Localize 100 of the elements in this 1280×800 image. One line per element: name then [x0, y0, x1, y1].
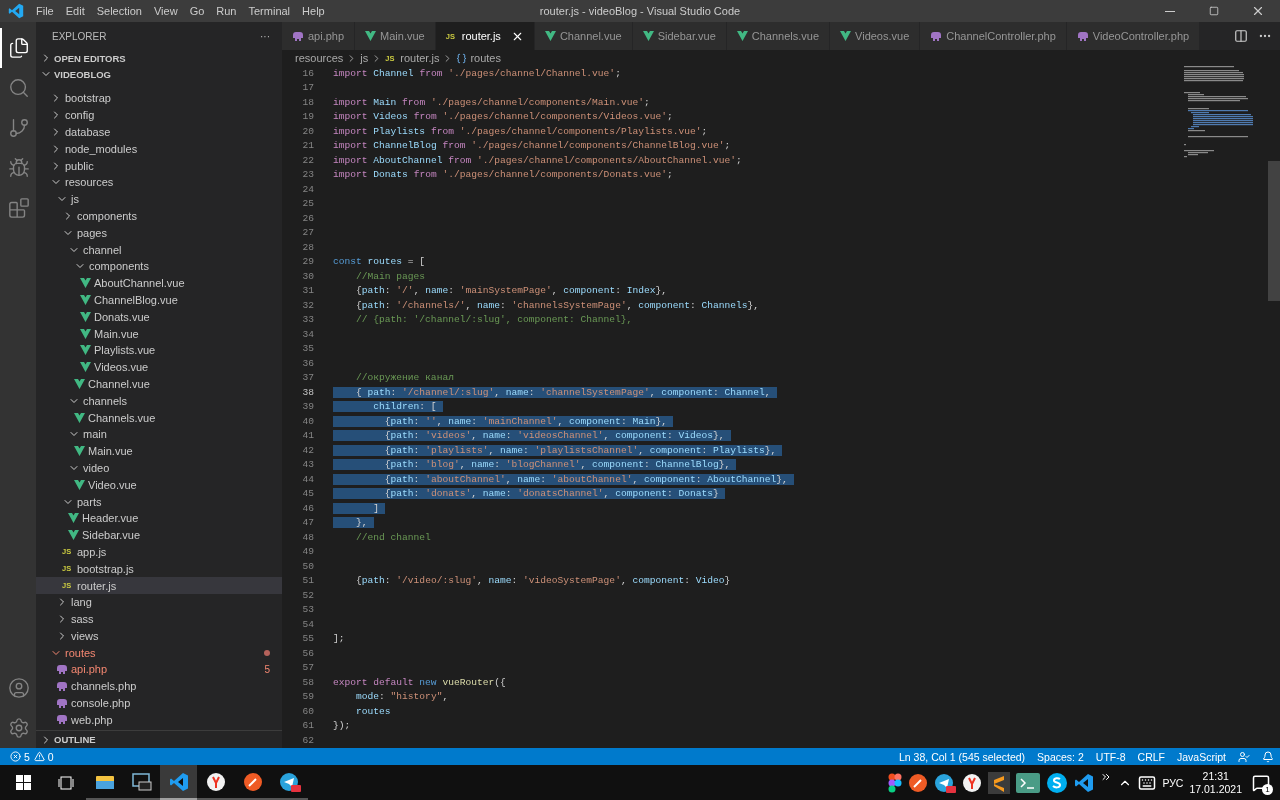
- tree-item[interactable]: Playlists.vue: [36, 341, 282, 359]
- status-item[interactable]: Spaces: 2: [1037, 750, 1084, 763]
- editor-tab[interactable]: ChannelController.php: [920, 22, 1067, 50]
- tree-folder[interactable]: channel: [36, 241, 282, 258]
- keyboard-icon[interactable]: [1138, 773, 1157, 792]
- windows-logo-icon[interactable]: [15, 775, 31, 790]
- tree-item[interactable]: ChannelBlog.vue: [36, 291, 282, 309]
- more-actions[interactable]: ···: [260, 30, 270, 42]
- editor-tab[interactable]: Channels.vue: [726, 22, 831, 50]
- menu-item[interactable]: Help: [296, 5, 331, 17]
- editor-tab[interactable]: VideoController.php: [1066, 22, 1201, 50]
- skype-icon: [1046, 771, 1069, 794]
- vue-icon: [365, 31, 377, 41]
- editor-tab[interactable]: Sidebar.vue: [632, 22, 727, 50]
- tree-folder[interactable]: database: [36, 123, 282, 141]
- line-number: 57: [301, 662, 314, 674]
- code-line: //end channel: [355, 531, 431, 543]
- tree-item[interactable]: Main.vue: [36, 442, 282, 460]
- scrollbar-thumb[interactable]: [1268, 161, 1280, 301]
- line-number: 53: [301, 604, 314, 616]
- tree-folder[interactable]: components: [36, 257, 282, 275]
- breadcrumb-item[interactable]: js: [360, 52, 369, 64]
- line-number: 56: [301, 647, 314, 659]
- breadcrumb-item[interactable]: resources: [295, 52, 344, 64]
- tree-folder[interactable]: bootstrap: [36, 90, 282, 107]
- status-item[interactable]: JavaScript: [1176, 750, 1226, 763]
- tree-folder[interactable]: components: [36, 207, 282, 225]
- tree-folder[interactable]: channels: [36, 392, 282, 410]
- menu-item[interactable]: File: [30, 5, 60, 17]
- code-line: ];: [333, 633, 345, 645]
- tree-folder[interactable]: parts: [36, 493, 282, 510]
- code-line: const routes = [: [333, 256, 426, 268]
- tree-item[interactable]: Channels.vue: [36, 409, 282, 426]
- tree-item[interactable]: Video.vue: [36, 476, 282, 494]
- tree-item[interactable]: Donats.vue: [36, 308, 282, 326]
- restore-icon: [1209, 6, 1219, 16]
- vue-icon: [642, 31, 654, 41]
- action-center-button[interactable]: 1: [1248, 769, 1274, 796]
- tree-folder[interactable]: views: [36, 627, 282, 645]
- line-number: 49: [301, 546, 314, 558]
- tree-item[interactable]: Header.vue: [36, 509, 282, 527]
- tree-folder[interactable]: pages: [36, 224, 282, 242]
- tree-item[interactable]: console.php: [36, 694, 282, 712]
- split-editor-icon[interactable]: [1234, 29, 1248, 43]
- menu-item[interactable]: View: [147, 5, 184, 17]
- code-line: {path: '/channels/', name: 'channelsSystemPage', component: Channels},: [355, 299, 760, 311]
- editor-tab[interactable]: Channel.vue: [534, 22, 633, 50]
- tree-folder[interactable]: public: [36, 157, 282, 174]
- section-header[interactable]: OPEN EDITORS: [36, 50, 282, 66]
- breadcrumb-item[interactable]: routes: [456, 52, 501, 64]
- menu-item[interactable]: Run: [210, 5, 243, 17]
- tree-item[interactable]: api.php 5: [36, 661, 282, 678]
- warnings-count[interactable]: 0: [33, 750, 54, 763]
- code-line: // {path: '/channel/:slug', component: Channel},: [355, 314, 633, 326]
- tree-item[interactable]: channels.php: [36, 677, 282, 695]
- editor-tab[interactable]: Videos.vue: [830, 22, 921, 50]
- tree-folder[interactable]: main: [36, 425, 282, 443]
- close-icon: [1251, 4, 1265, 18]
- menu-item[interactable]: Edit: [59, 5, 91, 17]
- status-item[interactable]: UTF-8: [1095, 750, 1126, 763]
- tree-item[interactable]: Main.vue: [36, 325, 282, 342]
- telegram-icon: [278, 771, 301, 792]
- tree-folder[interactable]: config: [36, 106, 282, 124]
- tree-folder[interactable]: resources: [36, 174, 282, 191]
- tree-item[interactable]: AboutChannel.vue: [36, 274, 282, 292]
- line-number: 37: [301, 372, 314, 384]
- section-header[interactable]: VIDEOBLOG: [36, 66, 282, 82]
- tree-item[interactable]: Videos.vue: [36, 358, 282, 376]
- status-item[interactable]: CRLF: [1137, 750, 1165, 763]
- tree-item[interactable]: Sidebar.vue: [36, 526, 282, 544]
- line-number: 46: [301, 502, 314, 514]
- line-number: 35: [301, 343, 314, 355]
- menu-item[interactable]: Selection: [90, 5, 148, 17]
- tree-item[interactable]: Channel.vue: [36, 375, 282, 393]
- tree-folder[interactable]: video: [36, 459, 282, 477]
- vue-icon: [80, 362, 91, 373]
- editor-tab[interactable]: Main.vue: [355, 22, 436, 50]
- line-number: 44: [301, 473, 314, 485]
- tree-folder[interactable]: routes: [36, 644, 282, 662]
- tree-folder[interactable]: js: [36, 190, 282, 208]
- line-number: 38: [301, 386, 314, 398]
- status-item[interactable]: Ln 38, Col 1 (545 selected): [899, 750, 1026, 763]
- errors-count[interactable]: 5: [10, 750, 30, 763]
- vue-icon: [840, 31, 852, 41]
- line-number: 20: [301, 125, 314, 137]
- notifications-icon[interactable]: [1262, 750, 1274, 763]
- line-number: 51: [301, 575, 314, 587]
- folder-icon: [94, 773, 115, 790]
- tree-folder[interactable]: sass: [36, 610, 282, 628]
- menu-item[interactable]: Terminal: [242, 5, 297, 17]
- editor-tab[interactable]: api.php: [282, 22, 356, 50]
- vscode-icon: [1074, 772, 1095, 793]
- menu-item[interactable]: Go: [183, 5, 211, 17]
- tree-item[interactable]: web.php: [36, 711, 282, 729]
- tree-folder[interactable]: lang: [36, 593, 282, 611]
- tree-folder[interactable]: node_modules: [36, 140, 282, 158]
- language-indicator[interactable]: РУС: [1162, 776, 1184, 789]
- line-number: 60: [301, 705, 314, 717]
- feedback-icon[interactable]: [1238, 750, 1250, 763]
- task-view-icon[interactable]: [58, 775, 74, 790]
